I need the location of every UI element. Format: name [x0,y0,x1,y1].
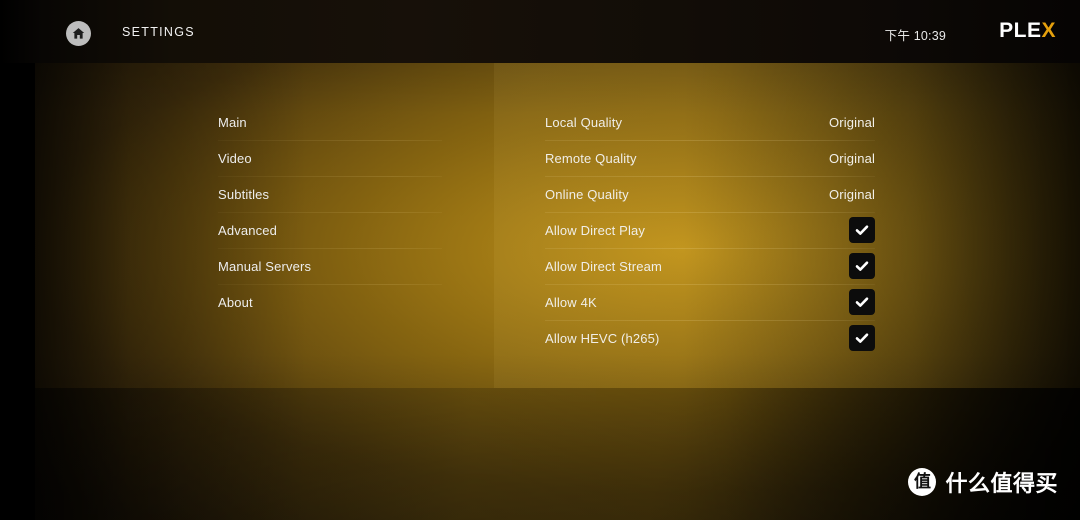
setting-label: Allow 4K [545,294,597,310]
settings-category-menu: Main Video Subtitles Advanced Manual Ser… [218,104,442,320]
watermark: 值 什么值得买 [908,466,1058,498]
checkbox-allow-direct-play[interactable] [849,217,875,243]
watermark-text: 什么值得买 [945,472,1058,497]
setting-value: Original [829,114,875,130]
setting-row-allow-direct-play[interactable]: Allow Direct Play [545,212,875,248]
setting-row-remote-quality[interactable]: Remote Quality Original [545,140,875,176]
sidebar-item-label: Video [218,150,252,166]
setting-row-allow-direct-stream[interactable]: Allow Direct Stream [545,248,875,284]
watermark-badge-icon: 值 [908,468,937,496]
check-icon [854,258,870,274]
sidebar-item-main[interactable]: Main [218,104,442,140]
setting-value: Original [829,150,875,166]
plex-settings-screen: SETTINGS 下午 10:39 PLEX Main Video Subtit… [0,0,1080,520]
check-icon [854,330,870,346]
clock: 下午 10:39 [884,29,946,43]
page-title: SETTINGS [122,25,195,39]
sidebar-item-label: About [218,294,253,310]
top-header-bar: SETTINGS 下午 10:39 PLEX [0,0,1080,63]
sidebar-item-subtitles[interactable]: Subtitles [218,176,442,212]
setting-value: Original [829,186,875,202]
sidebar-item-manual-servers[interactable]: Manual Servers [218,248,442,284]
sidebar-item-about[interactable]: About [218,284,442,320]
check-icon [854,222,870,238]
setting-row-allow-hevc[interactable]: Allow HEVC (h265) [545,320,875,356]
sidebar-item-advanced[interactable]: Advanced [218,212,442,248]
plex-logo-accent: X [1041,19,1056,42]
sidebar-item-label: Main [218,114,247,130]
setting-row-allow-4k[interactable]: Allow 4K [545,284,875,320]
setting-row-online-quality[interactable]: Online Quality Original [545,176,875,212]
left-letterbox-bar [0,0,35,520]
setting-label: Online Quality [545,186,629,202]
setting-label: Allow HEVC (h265) [545,330,660,346]
plex-logo: PLEX [999,20,1056,41]
checkbox-allow-hevc[interactable] [849,325,875,351]
sidebar-item-label: Subtitles [218,186,270,202]
setting-label: Local Quality [545,114,623,130]
sidebar-item-video[interactable]: Video [218,140,442,176]
plex-logo-main: PLE [999,19,1042,42]
sidebar-item-label: Advanced [218,222,278,238]
home-icon [71,26,86,41]
setting-label: Allow Direct Play [545,222,646,238]
checkbox-allow-4k[interactable] [849,289,875,315]
sidebar-item-label: Manual Servers [218,258,312,274]
checkbox-allow-direct-stream[interactable] [849,253,875,279]
setting-label: Allow Direct Stream [545,258,662,274]
setting-label: Remote Quality [545,150,637,166]
check-icon [854,294,870,310]
bottom-background-area [35,388,1080,520]
settings-options-list: Local Quality Original Remote Quality Or… [545,104,875,356]
home-button[interactable] [66,21,91,46]
setting-row-local-quality[interactable]: Local Quality Original [545,104,875,140]
